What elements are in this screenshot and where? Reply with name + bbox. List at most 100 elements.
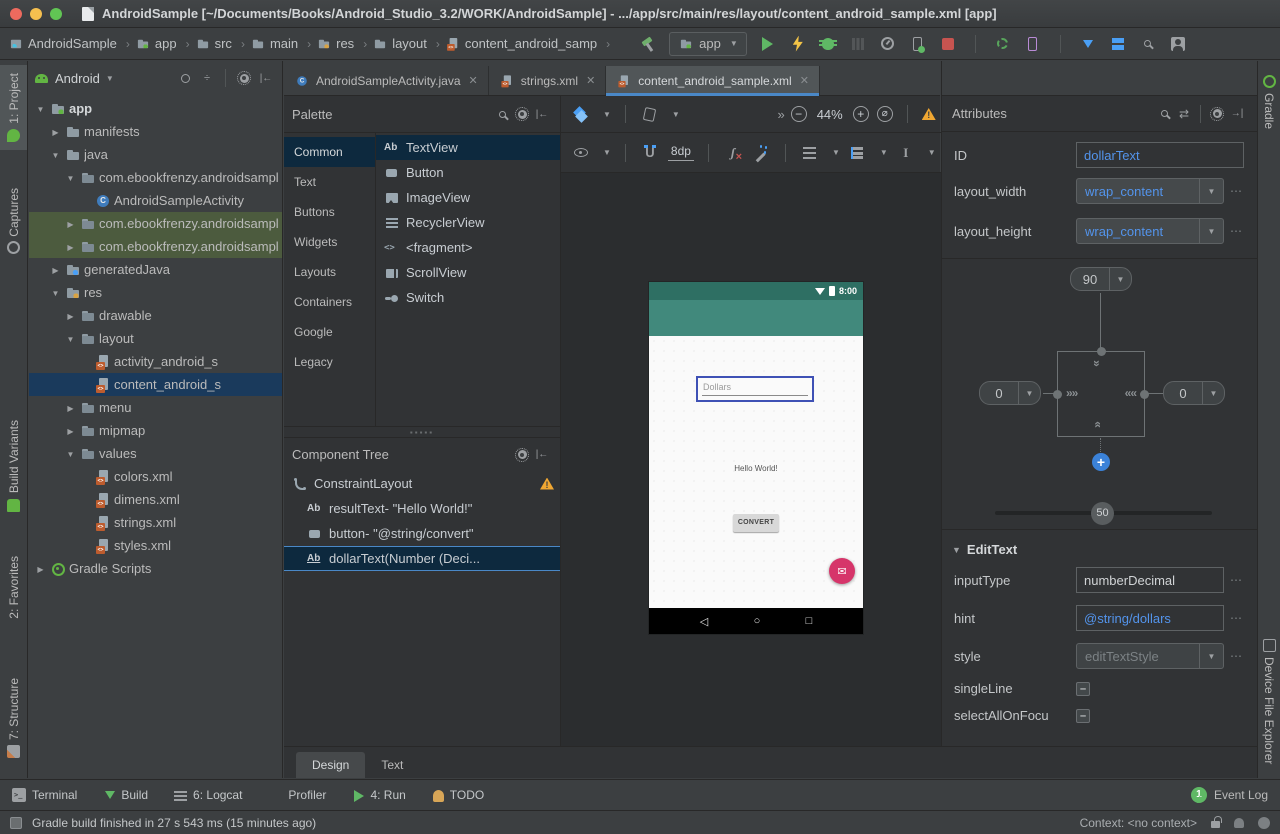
palette-item[interactable]: TextView: [376, 135, 560, 160]
tree-row[interactable]: menu: [29, 396, 282, 419]
close-icon[interactable]: ✕: [800, 74, 809, 87]
clear-constraints-button[interactable]: ʃ: [723, 143, 743, 163]
gear-icon[interactable]: [512, 104, 532, 124]
tree-expand-arrow[interactable]: [34, 564, 47, 574]
hide-panel-button[interactable]: |←: [532, 104, 552, 124]
make-project-button[interactable]: [639, 35, 657, 53]
tool-window-button[interactable]: TODO: [432, 788, 484, 802]
more-options-icon[interactable]: ⋯: [1230, 611, 1243, 625]
tool-window-button-gradle[interactable]: Gradle: [1258, 67, 1280, 137]
more-options-icon[interactable]: ⋯: [1230, 573, 1243, 587]
fab-button[interactable]: ✉: [829, 558, 855, 584]
component-tree-row[interactable]: resultText- "Hello World!": [284, 496, 560, 521]
tool-window-button[interactable]: 7: Structure: [0, 670, 27, 766]
horizontal-bias-slider[interactable]: 50: [995, 511, 1212, 515]
tree-expand-arrow[interactable]: [64, 173, 77, 183]
tree-row[interactable]: com.ebookfrenzy.androidsample: [29, 166, 282, 189]
tree-row[interactable]: app: [29, 97, 282, 120]
left-anchor[interactable]: [1053, 390, 1062, 399]
tool-window-button[interactable]: Profiler: [268, 788, 326, 802]
select-all-on-focus-checkbox[interactable]: –: [1076, 709, 1090, 723]
add-constraint-button[interactable]: +: [1092, 453, 1110, 471]
layout-width-select[interactable]: wrap_content ▼: [1076, 178, 1224, 204]
breadcrumb-item[interactable]: AndroidSample ›: [8, 36, 135, 52]
palette-category[interactable]: Layouts: [284, 257, 375, 287]
guidelines-button[interactable]: I: [896, 143, 916, 163]
stop-button[interactable]: [939, 35, 957, 53]
palette-item[interactable]: <fragment>: [376, 235, 560, 260]
breadcrumb-item[interactable]: content_android_samp ›: [445, 36, 615, 52]
tool-window-button[interactable]: Build: [103, 787, 148, 804]
breadcrumb-item[interactable]: main ›: [250, 36, 316, 52]
right-anchor[interactable]: [1140, 390, 1149, 399]
close-icon[interactable]: ✕: [469, 74, 478, 87]
layout-height-select[interactable]: wrap_content ▼: [1076, 218, 1224, 244]
tree-expand-arrow[interactable]: [34, 104, 47, 114]
breadcrumb-item[interactable]: app ›: [135, 36, 195, 52]
palette-category[interactable]: Containers: [284, 287, 375, 317]
tree-row[interactable]: colors.xml: [29, 465, 282, 488]
right-margin-select[interactable]: 0 ▼: [1163, 381, 1225, 405]
editor-tab[interactable]: content_android_sample.xml ✕: [606, 66, 820, 95]
tree-row[interactable]: AndroidSampleActivity: [29, 189, 282, 212]
close-icon[interactable]: ✕: [586, 74, 595, 87]
palette-category[interactable]: Legacy: [284, 347, 375, 377]
tree-expand-arrow[interactable]: [64, 334, 77, 344]
locate-file-button[interactable]: [175, 68, 195, 88]
result-textview[interactable]: Hello World!: [649, 464, 863, 473]
tree-expand-arrow[interactable]: [49, 150, 62, 160]
tree-row[interactable]: Gradle Scripts: [29, 557, 282, 580]
tool-window-button[interactable]: 1: Project: [0, 65, 27, 150]
orientation-select[interactable]: [640, 104, 660, 124]
warning-icon[interactable]: [922, 108, 936, 120]
sdk-manager-button[interactable]: [1079, 35, 1097, 53]
project-structure-button[interactable]: [1109, 35, 1127, 53]
profile-account-button[interactable]: [1169, 35, 1187, 53]
search-icon[interactable]: [492, 104, 512, 124]
tree-row[interactable]: com.ebookfrenzy.androidsample: [29, 235, 282, 258]
edittext-section-header[interactable]: ▼ EditText: [942, 530, 1257, 557]
breadcrumb-item[interactable]: res ›: [316, 36, 372, 52]
tool-window-button[interactable]: 6: Logcat: [174, 788, 242, 802]
tree-row[interactable]: values: [29, 442, 282, 465]
tree-row[interactable]: mipmap: [29, 419, 282, 442]
tree-expand-arrow[interactable]: [64, 242, 77, 252]
palette-item[interactable]: ImageView: [376, 185, 560, 210]
minimize-window-button[interactable]: [30, 8, 42, 20]
sync-gradle-button[interactable]: [994, 35, 1012, 53]
design-mode-tab[interactable]: Text: [365, 752, 419, 778]
tree-row[interactable]: res: [29, 281, 282, 304]
tree-row[interactable]: generatedJava: [29, 258, 282, 281]
overflow-chevron-icon[interactable]: »: [777, 107, 782, 122]
more-options-icon[interactable]: ⋯: [1230, 649, 1243, 663]
top-margin-select[interactable]: 90 ▼: [1070, 267, 1132, 291]
zoom-window-button[interactable]: [50, 8, 62, 20]
tool-window-button-device-file-explorer[interactable]: Device File Explorer: [1258, 631, 1280, 772]
hide-panel-button[interactable]: |←: [532, 445, 552, 465]
palette-category[interactable]: Common: [284, 137, 375, 167]
tree-row[interactable]: java: [29, 143, 282, 166]
tree-expand-arrow[interactable]: [64, 426, 77, 436]
component-tree-row[interactable]: button- "@string/convert": [284, 521, 560, 546]
tree-expand-arrow[interactable]: [64, 219, 77, 229]
avd-manager-button[interactable]: [1024, 35, 1042, 53]
zoom-to-fit-button[interactable]: ⌀: [877, 106, 893, 122]
event-log-button[interactable]: 1 Event Log: [1191, 787, 1268, 803]
single-line-checkbox[interactable]: –: [1076, 682, 1090, 696]
tree-row[interactable]: dimens.xml: [29, 488, 282, 511]
editor-tab[interactable]: AndroidSampleActivity.java ✕: [284, 66, 489, 95]
tool-window-button[interactable]: Build Variants: [0, 412, 27, 519]
palette-category[interactable]: Widgets: [284, 227, 375, 257]
dollars-edittext[interactable]: Dollars: [696, 376, 814, 402]
palette-category[interactable]: Google: [284, 317, 375, 347]
hint-field[interactable]: @string/dollars: [1076, 605, 1224, 631]
input-type-field[interactable]: numberDecimal: [1076, 567, 1224, 593]
debug-button[interactable]: [819, 35, 837, 53]
profiler-button[interactable]: [879, 35, 897, 53]
tree-expand-arrow[interactable]: [49, 127, 62, 137]
tool-window-button[interactable]: 4: Run: [352, 788, 405, 802]
palette-item[interactable]: ScrollView: [376, 260, 560, 285]
close-window-button[interactable]: [10, 8, 22, 20]
hide-panel-button[interactable]: |←: [256, 68, 276, 88]
person-icon[interactable]: [1234, 818, 1244, 828]
